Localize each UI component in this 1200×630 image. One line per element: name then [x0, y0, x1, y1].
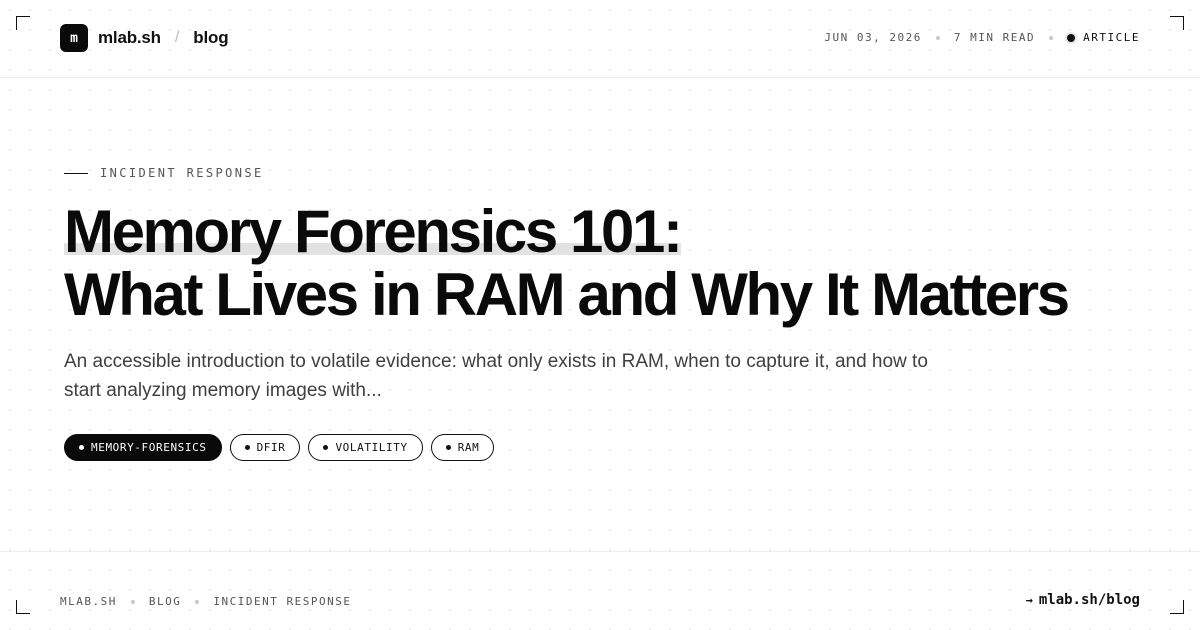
- breadcrumb-separator-dot: [130, 599, 135, 604]
- tag-bullet-icon: [445, 445, 451, 450]
- publish-date: JUN 03, 2026: [824, 31, 922, 44]
- tag-label: MEMORY-FORENSICS: [91, 441, 207, 454]
- content-type-badge: ARTICLE: [1067, 31, 1140, 44]
- brand-link[interactable]: m mlab.sh / blog: [60, 24, 229, 52]
- tag-bullet-icon: [323, 445, 329, 450]
- breadcrumb-item-category[interactable]: INCIDENT RESPONSE: [213, 595, 351, 608]
- read-time: 7 MIN READ: [953, 31, 1036, 44]
- site-logo-icon: m: [60, 24, 88, 52]
- article-title: Memory Forensics 101: What Lives in RAM …: [64, 198, 1144, 328]
- breadcrumb-item-blog[interactable]: BLOG: [149, 595, 182, 608]
- section-name: blog: [193, 28, 229, 47]
- article-meta: JUN 03, 2026 7 MIN READ ARTICLE: [824, 31, 1140, 44]
- content-type-label: ARTICLE: [1083, 31, 1140, 44]
- breadcrumb-separator-dot: [195, 599, 200, 604]
- tag-bullet-icon: [244, 445, 250, 450]
- tag-ram[interactable]: RAM: [430, 434, 495, 461]
- category-label: INCIDENT RESPONSE: [100, 166, 264, 180]
- breadcrumb-item-site[interactable]: MLAB.SH: [60, 595, 117, 608]
- kicker-rule: [64, 172, 88, 174]
- tag-bullet-icon: [79, 445, 84, 450]
- article-excerpt: An accessible introduction to volatile e…: [64, 351, 928, 401]
- footer-bar: MLAB.SH BLOG INCIDENT RESPONSE → mlab.sh…: [0, 551, 1200, 630]
- tag-label: DFIR: [256, 441, 286, 454]
- title-line-2: What Lives in RAM and Why It Matters: [64, 261, 1070, 328]
- meta-separator-dot: [935, 35, 940, 40]
- category-kicker: INCIDENT RESPONSE: [64, 166, 264, 180]
- tag-memory-forensics[interactable]: MEMORY-FORENSICS: [64, 434, 222, 461]
- meta-separator-dot: [1049, 35, 1054, 40]
- breadcrumb: MLAB.SH BLOG INCIDENT RESPONSE: [60, 595, 351, 608]
- arrow-right-icon: →: [1025, 593, 1033, 607]
- top-bar: m mlab.sh / blog JUN 03, 2026 7 MIN READ…: [0, 0, 1200, 78]
- blog-url-link[interactable]: → mlab.sh/blog: [1026, 592, 1140, 608]
- status-dot-icon: [1067, 33, 1076, 42]
- brand-separator: /: [174, 29, 180, 46]
- tag-label: VOLATILITY: [335, 441, 408, 454]
- blog-url-label: mlab.sh/blog: [1038, 592, 1140, 608]
- tag-list: MEMORY-FORENSICS DFIR VOLATILITY RAM: [64, 434, 495, 461]
- tag-dfir[interactable]: DFIR: [229, 434, 301, 461]
- tag-label: RAM: [457, 441, 480, 454]
- site-name: mlab.sh: [98, 28, 161, 47]
- title-line-1: Memory Forensics 101:: [64, 198, 683, 265]
- tag-volatility[interactable]: VOLATILITY: [308, 434, 423, 461]
